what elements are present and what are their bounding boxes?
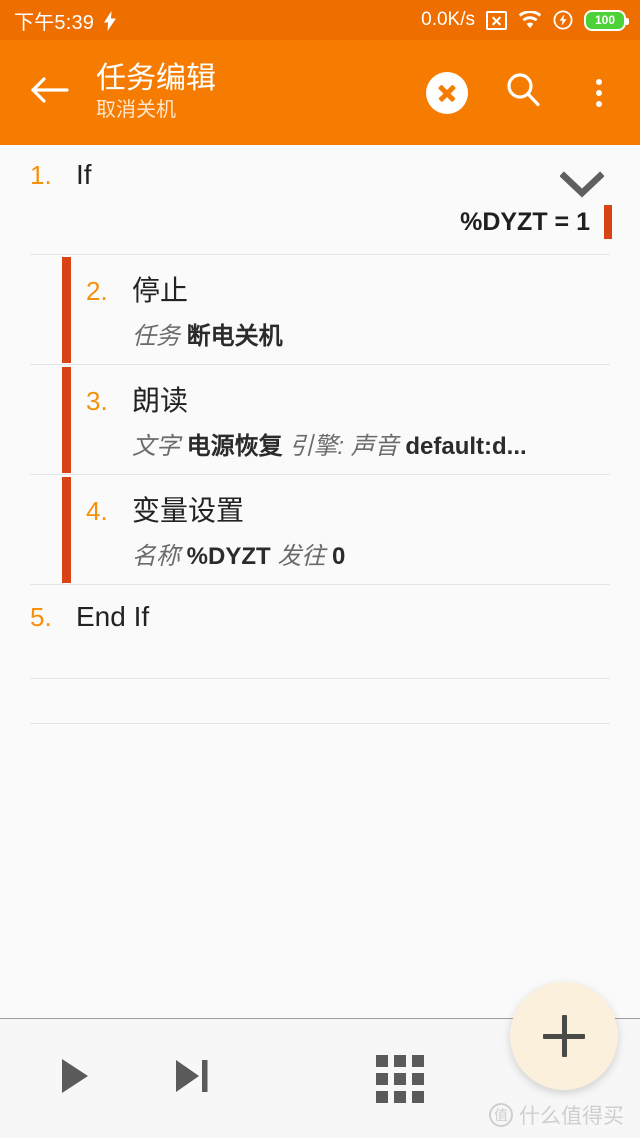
- app-bar-titles: 任务编辑 取消关机: [96, 62, 416, 123]
- action-name: 变量设置: [132, 495, 245, 526]
- condition-marker-bar: [604, 205, 612, 239]
- no-sim-icon: [486, 10, 507, 30]
- action-row-if[interactable]: 1. If %DYZT = 1: [0, 145, 640, 255]
- chevron-down-icon[interactable]: [559, 171, 605, 204]
- action-row-end-if[interactable]: 5. End If: [0, 585, 640, 679]
- row-divider: [30, 723, 610, 724]
- status-clock: 下午5:39: [14, 11, 95, 34]
- overflow-menu-button[interactable]: [576, 70, 622, 116]
- battery-icon: 100: [584, 9, 629, 31]
- grid-apps-icon: [376, 1054, 424, 1103]
- action-number: 5.: [30, 602, 52, 632]
- row-divider: [30, 678, 610, 679]
- status-bar-left: 下午5:39: [14, 6, 117, 35]
- wifi-icon: [518, 10, 542, 29]
- action-number: 1.: [30, 160, 52, 190]
- bolt-icon: [104, 10, 117, 31]
- step-task-button[interactable]: [164, 1051, 220, 1107]
- detail-value: 0: [332, 543, 346, 570]
- close-circle-icon: [426, 71, 468, 114]
- page-subtitle: 取消关机: [96, 98, 176, 121]
- action-name: If: [76, 159, 92, 190]
- action-number: 2.: [86, 276, 108, 306]
- detail-label: 任务: [132, 323, 180, 350]
- app-bar-actions: [424, 70, 622, 116]
- status-bar: 下午5:39 0.0K/s 100: [0, 0, 640, 40]
- action-row-variable-set[interactable]: 4. 变量设置 名称 %DYZT 发往 0: [0, 475, 640, 585]
- network-speed: 0.0K/s: [421, 9, 475, 30]
- detail-value: %DYZT: [186, 543, 271, 570]
- if-condition[interactable]: %DYZT = 1: [30, 191, 612, 255]
- action-number: 4.: [86, 496, 108, 526]
- action-detail: 文字 电源恢复 引擎: 声音 default:d...: [132, 426, 612, 461]
- more-vertical-icon: [596, 78, 602, 107]
- page-title: 任务编辑: [96, 62, 216, 96]
- search-button[interactable]: [500, 70, 546, 116]
- if-condition-text: %DYZT = 1: [460, 207, 590, 236]
- action-name: End If: [76, 601, 150, 632]
- app-bar: 任务编辑 取消关机: [0, 40, 640, 145]
- action-number: 3.: [86, 386, 108, 416]
- action-list: 1. If %DYZT = 1 2. 停止 任务 断电关机 3. 朗读 文字 电…: [0, 145, 640, 724]
- detail-value: default:d...: [405, 433, 527, 460]
- detail-label: 引擎: 声音: [289, 433, 399, 460]
- detail-label: 发往: [277, 543, 326, 570]
- skip-next-icon: [173, 1057, 211, 1100]
- play-icon: [59, 1057, 93, 1100]
- action-detail: 名称 %DYZT 发往 0: [132, 536, 612, 571]
- cancel-button[interactable]: [424, 70, 470, 116]
- run-task-button[interactable]: [48, 1051, 104, 1107]
- detail-label: 文字: [132, 433, 180, 460]
- action-name: 朗读: [132, 385, 189, 416]
- detail-value: 断电关机: [186, 323, 283, 350]
- action-detail: 任务 断电关机: [132, 316, 612, 351]
- search-icon: [504, 71, 542, 114]
- back-button[interactable]: [22, 65, 78, 121]
- status-bar-right: 0.0K/s 100: [421, 9, 629, 31]
- plus-icon: [543, 1015, 585, 1057]
- battery-level: 100: [594, 13, 616, 27]
- action-row-stop[interactable]: 2. 停止 任务 断电关机: [0, 255, 640, 365]
- apps-grid-button[interactable]: [372, 1051, 428, 1107]
- add-action-fab[interactable]: [510, 982, 618, 1090]
- detail-value: 电源恢复: [186, 433, 283, 460]
- action-name: 停止: [132, 275, 189, 306]
- arrow-left-icon: [30, 74, 70, 111]
- detail-label: 名称: [132, 543, 180, 570]
- list-empty-slot: [0, 679, 640, 723]
- flash-circle-icon: [553, 10, 573, 30]
- action-row-say[interactable]: 3. 朗读 文字 电源恢复 引擎: 声音 default:d...: [0, 365, 640, 475]
